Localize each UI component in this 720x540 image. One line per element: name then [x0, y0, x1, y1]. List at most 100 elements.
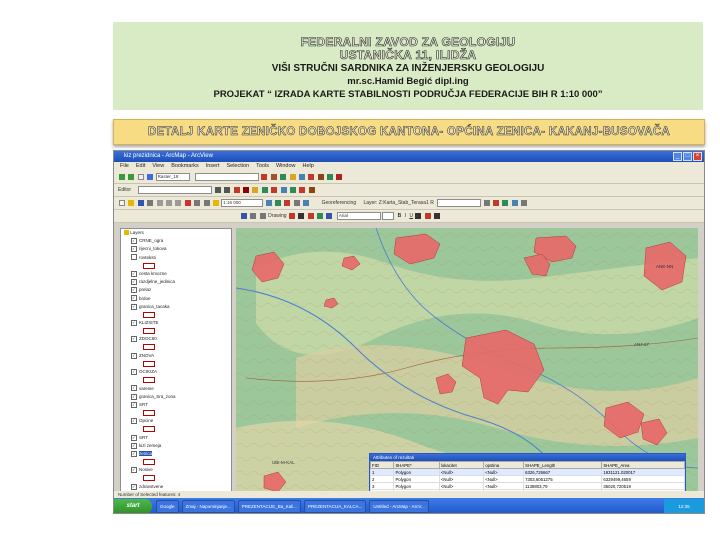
layer-visibility-checkbox[interactable]: ✓	[131, 369, 137, 375]
layer-symbol-swatch[interactable]	[143, 475, 155, 482]
tool-icon-8[interactable]	[271, 186, 278, 193]
tool-icon-10[interactable]	[289, 186, 296, 193]
layer-symbol-swatch[interactable]	[143, 377, 155, 384]
column-header[interactable]: SHAPE*	[393, 461, 440, 469]
layer-symbol-swatch[interactable]	[143, 426, 155, 433]
line-color-icon[interactable]	[434, 212, 441, 219]
layer-visibility-checkbox[interactable]: ✓	[131, 467, 137, 474]
edit-tool-icon[interactable]	[224, 186, 231, 193]
toc-layer-item[interactable]	[121, 475, 231, 483]
italic-icon[interactable]: I	[405, 213, 406, 219]
georef-layer-combo[interactable]	[437, 198, 482, 207]
tool-icon-3[interactable]	[327, 173, 334, 180]
toc-layer-item[interactable]: ✓ brdoe	[121, 295, 231, 303]
layer-visibility-checkbox[interactable]: ✓	[131, 450, 137, 457]
tool-icon-9[interactable]	[280, 186, 287, 193]
taskbar-task-button[interactable]: Zmaj - Napominjanje...	[181, 500, 235, 513]
layer-visibility-checkbox[interactable]: ✓	[131, 319, 137, 326]
delete-icon[interactable]	[184, 199, 191, 206]
find-icon[interactable]	[270, 173, 277, 180]
copy-icon[interactable]	[165, 199, 172, 206]
layer-visibility-checkbox[interactable]: ✓	[131, 434, 137, 441]
toc-layer-item[interactable]: ✓ ZNOVA	[121, 352, 231, 360]
new-text-icon[interactable]	[307, 212, 314, 219]
tool-icon-7[interactable]	[261, 186, 268, 193]
sketch-icon[interactable]	[214, 186, 221, 193]
font-size-combo[interactable]	[382, 211, 395, 220]
layer-visibility-checkbox[interactable]: ✓	[131, 303, 137, 310]
maximize-button[interactable]: □	[683, 152, 692, 161]
rectangle-icon[interactable]	[288, 212, 295, 219]
layer-visibility-checkbox[interactable]: ✓	[131, 287, 137, 294]
layer-visibility-checkbox[interactable]	[131, 254, 137, 261]
layer-symbol-swatch[interactable]	[143, 344, 155, 351]
add-data-icon[interactable]	[212, 199, 219, 206]
layer-field[interactable]: Layer: Z:Karta_Stab_Terasa1 R	[364, 200, 434, 206]
layer-symbol-swatch[interactable]	[143, 360, 155, 367]
flag-icon[interactable]	[233, 186, 240, 193]
menu-insert[interactable]: Insert	[206, 162, 220, 171]
layer-visibility-checkbox[interactable]: ✓	[131, 270, 137, 277]
taskbar-task-button[interactable]: PREZENTACIJE_Ba_Kali...	[237, 500, 301, 513]
layer-visibility-checkbox[interactable]: ✓	[131, 483, 137, 490]
identify-icon[interactable]	[261, 173, 268, 180]
raster-combo[interactable]	[194, 172, 259, 181]
layer-symbol-swatch[interactable]	[143, 459, 155, 466]
toc-layer-item[interactable]	[121, 426, 231, 434]
minimize-button[interactable]: _	[673, 152, 682, 161]
tool-icon-5[interactable]	[243, 186, 250, 193]
menu-window[interactable]: Window	[276, 162, 296, 171]
tool-icon-4[interactable]	[336, 173, 343, 180]
toc-layer-item[interactable]: rovteksti	[121, 254, 231, 262]
toc-layer-item[interactable]: ✓ SRT	[121, 434, 231, 442]
toc-layer-item[interactable]: ✓ zdravstvene	[121, 483, 231, 491]
tool-icon-11[interactable]	[299, 186, 306, 193]
draw-tool-icon[interactable]	[326, 212, 333, 219]
column-header[interactable]: SHAPE_Length	[523, 461, 603, 469]
toc-root[interactable]: Layers	[121, 229, 231, 237]
menu-selection[interactable]: Selection	[226, 162, 249, 171]
rotate-icon[interactable]	[511, 199, 518, 206]
layer-symbol-swatch[interactable]	[143, 311, 155, 318]
layer-visibility-checkbox[interactable]: ✓	[131, 442, 137, 449]
toc-layer-item[interactable]	[121, 409, 231, 417]
toc-layer-item[interactable]	[121, 262, 231, 270]
menu-tools[interactable]: Tools	[256, 162, 269, 171]
tool-icon-2[interactable]	[317, 173, 324, 180]
toc-layer-item[interactable]: ✓ varenie	[121, 385, 231, 393]
tool-icon-12[interactable]	[308, 186, 315, 193]
editor-menu[interactable]: Editor	[118, 187, 131, 193]
pan-icon[interactable]	[137, 173, 144, 180]
layer-combo[interactable]: Raster_18	[155, 172, 190, 181]
column-header[interactable]: SHAPE_Area	[601, 461, 685, 469]
layer-visibility-checkbox[interactable]: ✓	[131, 295, 137, 302]
layer-symbol-swatch[interactable]	[143, 409, 155, 416]
cmd-icon[interactable]	[293, 199, 300, 206]
layer-visibility-checkbox[interactable]: ✓	[131, 278, 137, 285]
tool-icon-6[interactable]	[252, 186, 259, 193]
menu-help[interactable]: Help	[303, 162, 314, 171]
toc-layer-item[interactable]: ✓ zenica	[121, 450, 231, 458]
font-name-combo[interactable]: Arial	[336, 211, 381, 220]
undo-icon[interactable]	[194, 199, 201, 206]
toc-layer-item[interactable]: ✓ OCIKIZA	[121, 368, 231, 376]
toc-layer-item[interactable]: ✓ KLIZISTE	[121, 319, 231, 327]
fill-color-icon[interactable]	[424, 212, 431, 219]
layer-symbol-swatch[interactable]	[143, 328, 155, 335]
zoom-in-icon[interactable]	[119, 173, 125, 180]
cut-icon[interactable]	[156, 199, 163, 206]
layer-visibility-checkbox[interactable]: ✓	[131, 385, 137, 392]
menu-edit[interactable]: Edit	[136, 162, 145, 171]
toc-layer-item[interactable]	[121, 360, 231, 368]
layer-visibility-checkbox[interactable]: ✓	[131, 418, 137, 425]
table-row[interactable]: 3 Polygon <Null> <Null> 1138803,79 35020,7205…	[370, 482, 685, 490]
layer-visibility-checkbox[interactable]: ✓	[131, 352, 137, 359]
toc-layer-item[interactable]: ✓ kizl zemeja	[121, 442, 231, 450]
toc-layer-item[interactable]: ✓ granica_tacaka	[121, 303, 231, 311]
time-slider-icon[interactable]	[298, 173, 305, 180]
menu-view[interactable]: View	[152, 162, 164, 171]
select-elements-icon[interactable]	[241, 212, 247, 219]
toc-layer-item[interactable]: ✓ prelaz	[121, 286, 231, 294]
bold-icon[interactable]: B	[398, 213, 402, 219]
task-combo[interactable]	[138, 185, 213, 194]
